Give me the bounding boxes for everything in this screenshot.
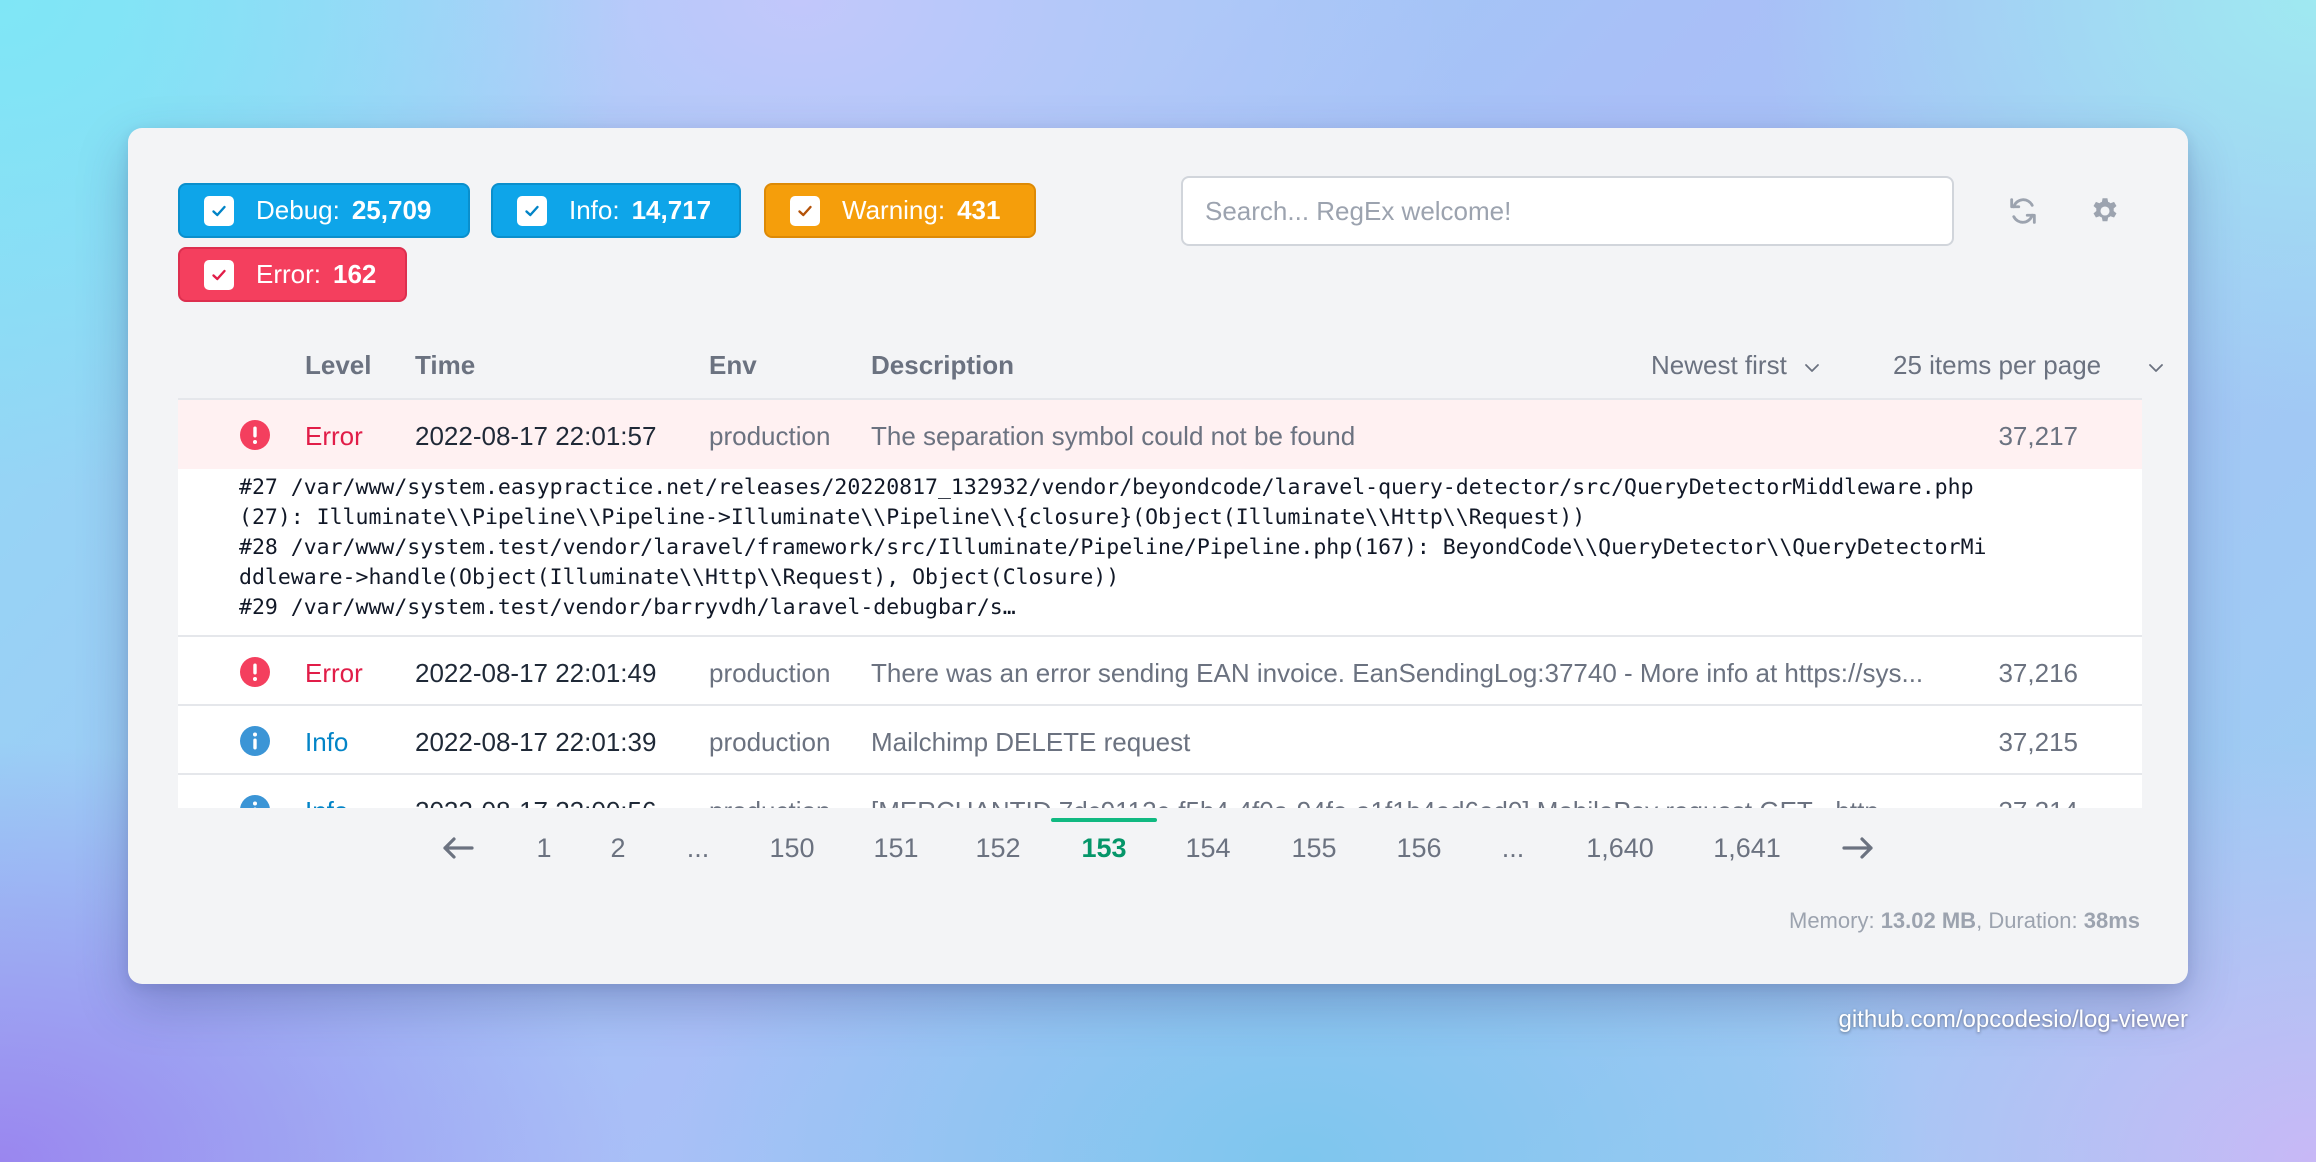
filter-debug-count: 25,709 [351, 195, 432, 225]
memory-label: Memory: [1789, 908, 1875, 933]
chevron-down-icon [1803, 350, 1821, 381]
page-link[interactable]: 2 [610, 818, 625, 878]
log-description: The separation symbol could not be found [871, 421, 1356, 451]
filter-info-label: Info: [569, 195, 620, 225]
refresh-icon[interactable] [2001, 189, 2045, 233]
search-input[interactable] [1181, 176, 1954, 246]
log-row[interactable]: Error 2022-08-17 22:01:49 production The… [178, 637, 2142, 706]
filter-info-count: 14,717 [631, 195, 712, 225]
page-link[interactable]: 155 [1291, 818, 1336, 878]
page-link[interactable]: 152 [975, 818, 1020, 878]
duration-value: 38ms [2083, 908, 2140, 933]
log-description: Mailchimp DELETE request [871, 727, 1191, 757]
filter-warning-label: Warning: [842, 195, 946, 225]
log-level: Info [305, 796, 348, 808]
log-env: production [709, 658, 831, 688]
log-time: 2022-08-17 22:01:49 [415, 658, 657, 688]
log-table-header: Level Time Env Description Newest first … [178, 328, 2164, 400]
log-env: production [709, 421, 831, 451]
checkbox-checked-icon[interactable] [517, 195, 547, 226]
log-time: 2022-08-17 22:01:57 [415, 421, 657, 451]
page-link-current[interactable]: 153 [1081, 818, 1126, 878]
per-page-value: 25 items per page [1893, 350, 2102, 380]
page-link[interactable]: 156 [1396, 818, 1441, 878]
info-circle-icon [239, 725, 271, 757]
sort-order-select[interactable]: Newest first [1651, 350, 1821, 381]
filter-debug-toggle[interactable]: Debug: 25,709 [178, 183, 470, 238]
page-link[interactable]: 154 [1185, 818, 1230, 878]
log-description: [MERCHANTID 7dc9112c-f5b4-4f0a-94fe-a1f1… [871, 796, 1961, 808]
filter-warning-count: 431 [957, 195, 1001, 225]
credit-link[interactable]: github.com/opcodesio/log-viewer [1838, 1006, 2188, 1034]
gear-icon[interactable] [2083, 189, 2127, 233]
filter-error-toggle[interactable]: Error: 162 [178, 247, 407, 302]
log-level: Error [305, 658, 363, 688]
column-header-level: Level [305, 350, 372, 380]
column-header-time: Time [415, 350, 476, 380]
performance-meta: Memory: 13.02 MB, Duration: 38ms [1789, 908, 2140, 933]
log-level: Error [305, 421, 363, 451]
filter-error-count: 162 [333, 259, 377, 289]
log-row[interactable]: Error 2022-08-17 22:01:57 production The… [178, 400, 2142, 469]
page-link[interactable]: 151 [873, 818, 918, 878]
memory-value: 13.02 MB [1880, 908, 1977, 933]
filter-warning-toggle[interactable]: Warning: 431 [764, 183, 1036, 238]
log-description: There was an error sending EAN invoice. … [871, 658, 1924, 688]
pagination: 1 2 ... 150 151 152 153 154 155 156 ... … [128, 818, 2188, 878]
column-header-description: Description [871, 350, 1015, 380]
log-env: production [709, 727, 831, 757]
filter-debug-label: Debug: [256, 195, 340, 225]
log-viewer-card: Debug: 25,709 Info: 14,717 Warning: 431 … [128, 128, 2188, 984]
log-row[interactable]: Info 2022-08-17 22:01:39 production Mail… [178, 706, 2142, 775]
log-stack-trace: #27 /var/www/system.easypractice.net/rel… [178, 469, 2142, 637]
log-index: 37,215 [1998, 727, 2078, 757]
error-circle-icon [239, 419, 271, 451]
page-link[interactable]: 1 [536, 818, 551, 878]
duration-label: Duration: [1988, 908, 2078, 933]
error-circle-icon [239, 656, 271, 688]
column-header-env: Env [709, 350, 757, 380]
page-ellipsis: ... [1501, 833, 1525, 863]
sort-order-value: Newest first [1651, 350, 1787, 380]
log-table-body: Error 2022-08-17 22:01:57 production The… [178, 400, 2142, 808]
checkbox-checked-icon[interactable] [204, 259, 234, 290]
page-ellipsis: ... [686, 833, 710, 863]
log-level: Info [305, 727, 349, 757]
filter-error-label: Error: [256, 259, 321, 289]
log-index: 37,214 [1998, 796, 2078, 808]
log-time: 2022-08-17 22:00:56 [415, 796, 656, 808]
checkbox-checked-icon[interactable] [790, 195, 820, 226]
filter-info-toggle[interactable]: Info: 14,717 [491, 183, 741, 238]
chevron-down-icon [2147, 350, 2165, 381]
log-index: 37,217 [1998, 421, 2078, 451]
arrow-right-icon[interactable] [1840, 830, 1880, 866]
info-circle-icon [239, 794, 271, 808]
per-page-select[interactable]: 25 items per page [1893, 350, 2165, 381]
arrow-left-icon[interactable] [440, 830, 480, 866]
page-link[interactable]: 150 [769, 818, 814, 878]
page-link[interactable]: 1,640 [1586, 818, 1654, 878]
log-time: 2022-08-17 22:01:39 [415, 727, 657, 757]
checkbox-checked-icon[interactable] [204, 195, 234, 226]
page-link[interactable]: 1,641 [1713, 818, 1781, 878]
log-index: 37,216 [1998, 658, 2078, 688]
log-env: production [709, 796, 830, 808]
log-row[interactable]: Info 2022-08-17 22:00:56 production [MER… [178, 775, 2142, 808]
